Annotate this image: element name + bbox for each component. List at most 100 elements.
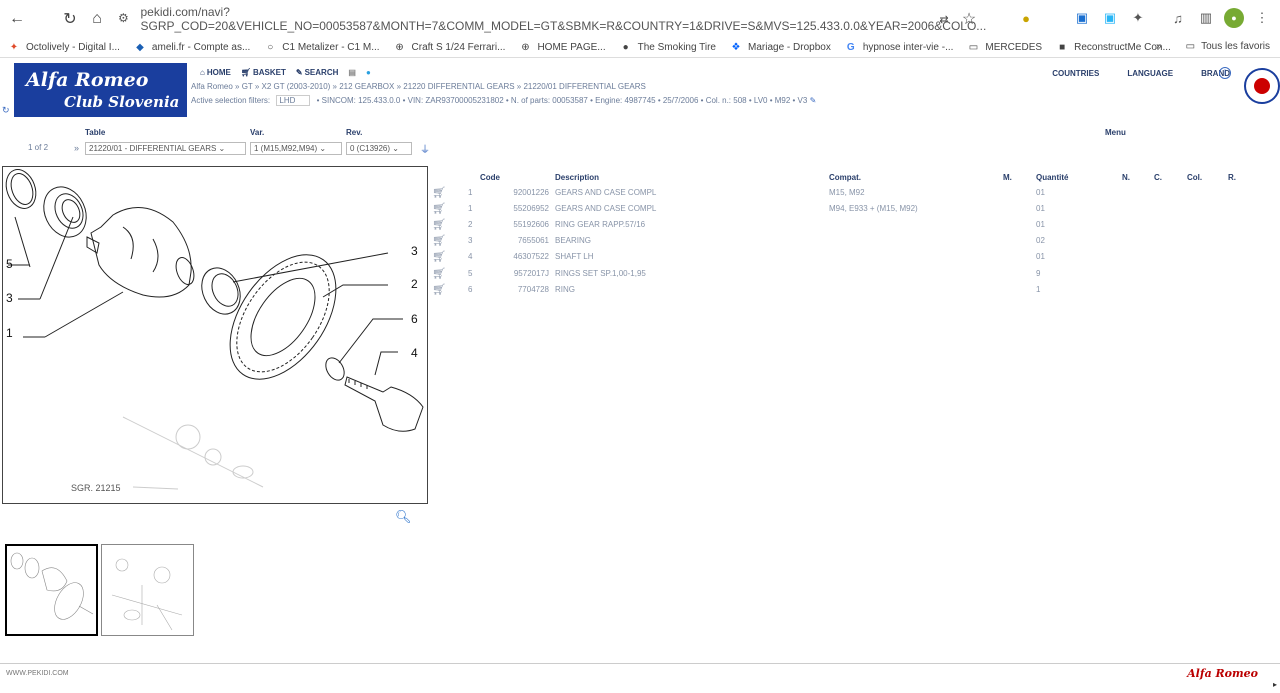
nav-language[interactable]: LANGUAGE [1127,69,1173,78]
exploded-parts-drawing[interactable]: 5 3 1 3 2 6 4 SGR. 21215 [2,166,428,504]
menu-label[interactable]: Menu [1105,128,1126,137]
bookmark-9[interactable]: ■ ReconstructMe Con... [1056,42,1171,54]
code-cell[interactable]: 55206952 [480,200,555,216]
expand-arrow-icon[interactable]: ▸ [1273,680,1277,689]
bookmark-7[interactable]: Ghypnose inter-vie -... [845,42,954,54]
zoom-magnifier-icon[interactable]: 🔍︎ [395,509,412,525]
col-cell [1187,233,1228,249]
bookmark-label: MERCEDES [985,42,1043,53]
bookmark-2[interactable]: ○ C1 Metalizer - C1 M... [264,42,379,54]
dropbox-icon: ❖ [731,42,741,53]
right-nav: COUNTRIES LANGUAGE BRAND [1052,69,1230,78]
active-filters: Active selection filters: LHD • SINCOM: … [191,95,817,106]
expand-icon[interactable]: ↻ [2,105,10,116]
bookmark-1[interactable]: ◆ ameli.fr - Compte as... [134,42,250,54]
r-cell [1228,233,1272,249]
alfa-romeo-badge-icon[interactable] [1244,68,1280,104]
n-cell [1122,200,1154,216]
extension-badge-icon[interactable]: ● [1016,8,1036,28]
bookmark-8[interactable]: ▭ MERCEDES [967,42,1042,54]
nav-home[interactable]: ⌂ HOME [200,68,231,77]
reload-icon[interactable]: ↻ [56,5,84,33]
address-bar[interactable]: ⚙ pekidi.com/navi?SGRP_COD=20&VEHICLE_NO… [118,5,988,33]
filter-select[interactable]: LHD [276,95,311,106]
help-icon[interactable]: ● [366,68,371,77]
home-icon[interactable]: ⌂ [83,5,111,33]
add-to-cart-icon[interactable]: 🛒︎ [432,184,454,200]
qty-cell: 01 [1036,203,1045,213]
site-info-icon[interactable]: ⚙ [118,11,133,27]
footer-site-link[interactable]: WWW.PEKIDI.COM [6,670,69,677]
add-to-cart-icon[interactable]: 🛒︎ [432,265,454,281]
drawing-thumbnail-2[interactable] [101,544,194,636]
code-cell[interactable]: 92001226 [480,184,555,200]
home-icon: ⌂ [200,68,205,77]
col-cell [1187,265,1228,281]
code-cell[interactable]: 46307522 [480,249,555,265]
drawing-thumbnail-1[interactable] [5,544,98,636]
extension-blue-icon[interactable]: ▣ [1072,8,1092,28]
code-cell[interactable]: 55192606 [480,216,555,232]
translate-icon[interactable]: ⇄ [930,5,958,33]
ref-cell: 3 [468,236,473,246]
drawing-caption: SGR. 21215 [71,483,121,493]
page-footer: WWW.PEKIDI.COM Alfa Romeo ▸ [0,663,1280,693]
m-cell [1003,200,1036,216]
bookmark-4[interactable]: ⊕ HOME PAGE... [519,42,605,54]
nav-search[interactable]: ✎ SEARCH [296,68,338,77]
c-cell [1154,184,1187,200]
wrench-icon[interactable]: ✎ [810,96,817,105]
var-select[interactable]: 1 (M15,M92,M94) ⌄ [250,142,342,155]
callout-3-right: 3 [411,244,418,258]
club-logo[interactable]: Alfa Romeo Club Slovenia [14,63,187,117]
table-select[interactable]: 21220/01 - DIFFERENTIAL GEARS ⌄ [85,142,246,155]
table-row[interactable]: 🛒︎ 4 46307522 SHAFT LH 01 [432,249,1272,265]
add-to-cart-icon[interactable]: 🛒︎ [432,216,454,232]
next-page-icon[interactable]: » [74,143,79,153]
rev-select[interactable]: 0 (C13926) ⌄ [346,142,412,155]
breadcrumb[interactable]: Alfa Romeo » GT » X2 GT (2003-2010) » 21… [191,82,646,91]
nav-basket[interactable]: 🛒︎ BASKET [241,68,286,77]
filter-icon[interactable]: ⏚ [420,141,430,156]
info-icon[interactable]: i [1219,67,1231,79]
code-cell[interactable]: 7704728 [480,281,555,297]
all-favorites[interactable]: ▭ Tous les favoris [1186,41,1270,52]
add-to-cart-icon[interactable]: 🛒︎ [432,249,454,265]
folder-icon: ▭ [1185,41,1196,52]
qty-cell: 01 [1036,219,1045,229]
add-to-cart-icon[interactable]: 🛒︎ [432,200,454,216]
ref-column-header [454,170,480,184]
col-description: Description [555,172,600,182]
add-to-cart-icon[interactable]: 🛒︎ [432,281,454,297]
col-cell [1187,200,1228,216]
table-row[interactable]: 🛒︎ 5 9572017J RINGS SET SP.1,00-1,95 9 [432,265,1272,281]
bookmark-0[interactable]: ✦ Octolively - Digital I... [8,42,120,54]
table-row[interactable]: 🛒︎ 3 7655061 BEARING 02 [432,233,1272,249]
logo-line-1: Alfa Romeo [26,69,149,91]
print-icon[interactable]: ▤ [348,68,356,77]
back-arrow-icon[interactable]: ← [3,5,31,33]
extension-cyan-icon[interactable]: ▣ [1100,8,1120,28]
side-panel-icon[interactable]: ▥ [1196,8,1216,28]
bookmark-5[interactable]: ● The Smoking Tire [620,42,716,54]
media-control-icon[interactable]: ♫ [1168,8,1188,28]
avatar[interactable]: ● [1224,8,1244,28]
table-row[interactable]: 🛒︎ 6 7704728 RING 1 [432,281,1272,297]
extensions-puzzle-icon[interactable]: ✦ [1128,8,1148,28]
code-cell[interactable]: 7655061 [480,233,555,249]
bookmark-6[interactable]: ❖ Mariage - Dropbox [730,42,831,54]
n-cell [1122,184,1154,200]
bookmark-3[interactable]: ⊕ Craft S 1/24 Ferrari... [394,42,505,54]
table-row[interactable]: 🛒︎ 2 55192606 RING GEAR RAPP.57/16 01 [432,216,1272,232]
code-cell[interactable]: 9572017J [480,265,555,281]
table-row[interactable]: 🛒︎ 1 55206952 GEARS AND CASE COMPL M94, … [432,200,1272,216]
table-row[interactable]: 🛒︎ 1 92001226 GEARS AND CASE COMPL M15, … [432,184,1272,200]
nav-countries[interactable]: COUNTRIES [1052,69,1099,78]
extension-icons: ● ▣ ▣ ✦ ♫ ▥ ● ⋮ [1016,8,1272,28]
menu-kebab-icon[interactable]: ⋮ [1252,8,1272,28]
more-bookmarks-chevron-icon[interactable]: » [1156,41,1162,52]
r-cell [1228,249,1272,265]
globe-icon: ○ [267,42,274,53]
bookmark-star-icon[interactable]: ☆ [955,5,983,33]
add-to-cart-icon[interactable]: 🛒︎ [432,233,454,249]
